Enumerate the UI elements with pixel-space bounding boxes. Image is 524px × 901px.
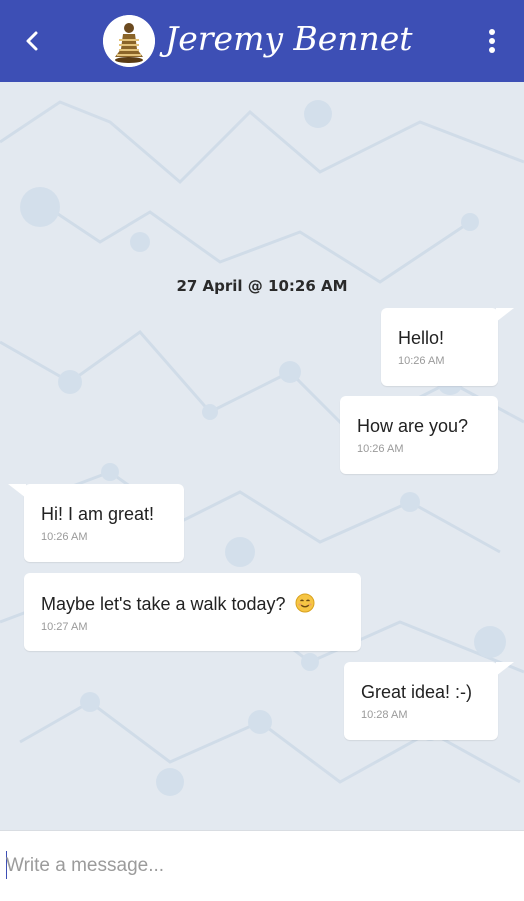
overflow-menu-button[interactable] bbox=[480, 26, 504, 56]
message-outgoing[interactable]: How are you? 10:26 AM bbox=[340, 396, 498, 474]
message-text: Hi! I am great! bbox=[41, 504, 155, 524]
contact-name[interactable]: Jeremy Bennet bbox=[165, 16, 413, 62]
app-bar: Jeremy Bennet bbox=[0, 0, 524, 82]
avatar[interactable] bbox=[103, 15, 155, 67]
bubble-tail bbox=[496, 308, 514, 322]
message-time: 10:27 AM bbox=[41, 621, 88, 633]
message-text: Maybe let's take a walk today? bbox=[41, 594, 286, 614]
message-incoming[interactable]: Hi! I am great! 10:26 AM bbox=[8, 484, 184, 562]
message-text-row: Maybe let's take a walk today? bbox=[41, 593, 361, 615]
message-text: Great idea! :-) bbox=[361, 682, 473, 702]
bubble-tail bbox=[496, 662, 514, 676]
smiling-face-icon bbox=[295, 593, 315, 613]
message-text: How are you? bbox=[357, 416, 469, 436]
message-time: 10:26 AM bbox=[41, 531, 88, 543]
message-composer bbox=[0, 830, 524, 901]
message-incoming[interactable]: Maybe let's take a walk today? 10:27 AM bbox=[24, 573, 361, 651]
message-outgoing[interactable]: Hello! 10:26 AM bbox=[381, 308, 514, 386]
message-outgoing[interactable]: Great idea! :-) 10:28 AM bbox=[344, 662, 514, 740]
bubble-tail bbox=[8, 484, 26, 498]
message-input[interactable] bbox=[6, 849, 506, 883]
chat-area[interactable]: 27 April @ 10:26 AM Hello! 10:26 AM How … bbox=[0, 82, 524, 830]
message-time: 10:26 AM bbox=[357, 443, 404, 455]
message-time: 10:26 AM bbox=[398, 355, 445, 367]
back-button[interactable] bbox=[18, 27, 46, 55]
message-text: Hello! bbox=[398, 328, 445, 348]
chevron-left-icon bbox=[26, 31, 38, 51]
more-vertical-icon bbox=[489, 29, 495, 53]
message-time: 10:28 AM bbox=[361, 709, 408, 721]
date-separator: 27 April @ 10:26 AM bbox=[176, 277, 348, 295]
